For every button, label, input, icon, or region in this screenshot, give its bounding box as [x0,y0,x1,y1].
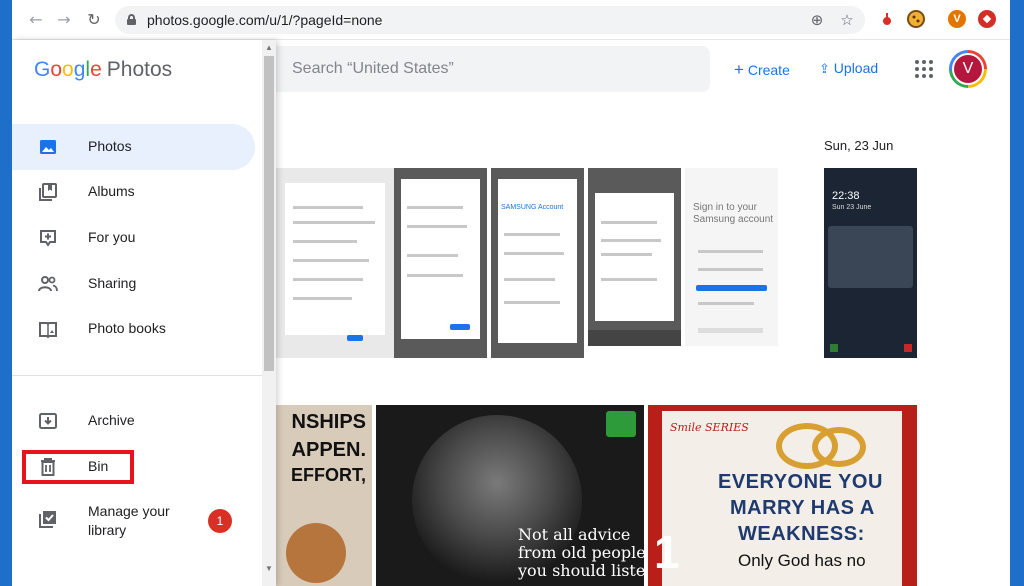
create-label: Create [747,62,790,78]
sidebar-divider [12,375,264,376]
create-button[interactable]: + Create [734,60,790,80]
sidebar-item-label: Manage your library [88,503,170,538]
photo-thumbnail[interactable] [276,168,394,358]
sidebar-item-label: Archive [88,412,135,428]
browser-toolbar: ← → ↻ photos.google.com/u/1/?pageId=none… [12,0,1010,40]
photo-thumbnail[interactable]: Smile SERIES EVERYONE YOU MARRY HAS A WE… [648,405,917,586]
lock-time-text: 22:38 [832,190,860,202]
browser-window: ← → ↻ photos.google.com/u/1/?pageId=none… [12,0,1010,586]
photo-thumbnail[interactable] [588,168,681,346]
url-text[interactable]: photos.google.com/u/1/?pageId=none [147,12,382,28]
sharing-icon [38,276,58,292]
address-bar[interactable]: photos.google.com/u/1/?pageId=none ⊕ ☆ [115,6,865,34]
lastpass-extension-icon[interactable] [978,10,996,28]
reload-icon[interactable]: ↻ [84,10,104,30]
manage-library-icon [39,511,56,528]
photos-icon [40,140,56,154]
scroll-up-icon[interactable]: ▲ [264,43,274,53]
avatar-letter: V [952,53,984,85]
zoom-plus-icon[interactable]: ⊕ [807,10,827,30]
sidebar-item-archive[interactable]: Archive [12,398,255,444]
sidebar-item-label: Photos [88,138,132,154]
navigation-drawer: Google Photos Photos Albums For you Shari… [12,40,276,586]
upload-icon: ⇪ [819,62,830,77]
sidebar-item-label: Photo books [88,320,166,336]
notification-badge: 1 [208,509,232,533]
sidebar-item-label: Sharing [88,275,137,291]
cookie-extension-icon[interactable] [907,10,925,28]
sidebar-item-label: For you [88,229,136,245]
sidebar-item-photo-books[interactable]: Photo books [12,306,255,352]
samsung-account-text: SAMSUNG Account [501,204,564,211]
apps-grid-icon[interactable] [915,60,933,78]
sidebar-item-photos[interactable]: Photos [12,124,255,170]
photo-thumbnail[interactable]: Sign in to your Samsung account [685,168,778,346]
sidebar-item-for-you[interactable]: For you [12,215,255,261]
photo-books-icon [39,322,57,339]
google-wordmark: Google [34,58,102,81]
scroll-down-icon[interactable]: ▼ [264,564,274,574]
photo-thumbnail[interactable] [394,168,487,358]
sidebar-item-label: Albums [88,183,135,199]
plus-icon: + [734,60,744,79]
photo-thumbnail[interactable]: NSHIPS APPEN. EFFORT, [276,405,372,586]
for-you-icon [40,230,56,247]
forward-arrow-icon[interactable]: → [54,10,74,30]
lock-icon [127,14,136,25]
back-arrow-icon[interactable]: ← [26,10,46,30]
account-avatar[interactable]: V [949,50,987,88]
lock-date-text: Sun 23 June [832,204,872,211]
search-bar[interactable]: Search “United States” [276,46,710,92]
google-photos-logo[interactable]: Google Photos [34,58,172,82]
sign-in-text: Sign in to your Samsung account [693,202,774,225]
profile-v-icon[interactable]: V [948,10,966,28]
albums-icon [39,183,57,201]
date-heading: Sun, 23 Jun [824,138,894,153]
bin-highlight-box [22,450,134,484]
photo-thumbnail[interactable]: Not all advice from old people you shoul… [376,405,644,586]
search-input[interactable]: Search “United States” [292,60,454,78]
photo-thumbnail[interactable]: 22:38 Sun 23 June [824,168,917,358]
archive-icon [39,413,57,429]
red-extension-icon[interactable] [878,10,896,28]
upload-label: Upload [833,60,879,76]
product-name: Photos [106,58,173,81]
photo-thumbnail[interactable]: SAMSUNG Account [491,168,584,358]
sidebar-item-sharing[interactable]: Sharing [12,261,255,307]
upload-button[interactable]: ⇪ Upload [819,60,878,77]
scrollbar-thumb[interactable] [264,56,274,371]
smile-series-logo: Smile SERIES [670,421,749,434]
sidebar-item-albums[interactable]: Albums [12,169,255,215]
bookmark-star-icon[interactable]: ☆ [837,10,857,30]
